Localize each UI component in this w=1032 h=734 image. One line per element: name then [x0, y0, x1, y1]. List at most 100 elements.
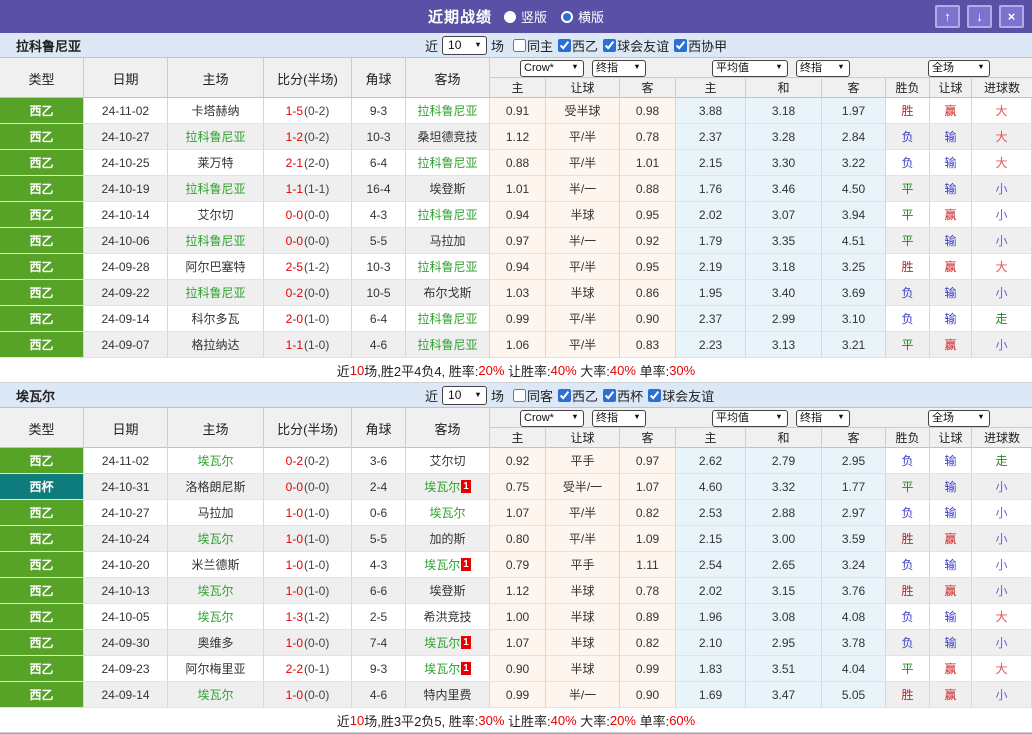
subcol-result-wdl: 胜负 — [886, 77, 930, 98]
league-filter-checkbox[interactable]: 球会友谊 — [648, 386, 714, 405]
cell-result-wdl: 平 — [886, 228, 930, 254]
cell-avg-draw: 2.99 — [746, 306, 822, 332]
cell-date: 24-10-05 — [84, 604, 168, 630]
result-header-group: 全场 ▼ 胜负 让球 进球数 — [886, 58, 1032, 98]
cell-result-handicap: 赢 — [930, 682, 972, 708]
cell-avg-home: 2.02 — [676, 578, 746, 604]
team-name-text: 埃瓦尔 — [197, 584, 234, 598]
col-header-league: 类型 — [0, 58, 84, 98]
checkbox-input[interactable] — [603, 388, 617, 402]
cell-corners: 3-6 — [352, 448, 406, 474]
table-row: 西乙 24-09-14 埃瓦尔 1-0 (0-0) 4-6 特内里费 0.99 半/一 0.90 1… — [0, 682, 1032, 708]
close-button[interactable]: × — [999, 5, 1024, 28]
checkbox-input[interactable] — [513, 388, 527, 402]
cell-avg-home: 2.62 — [676, 448, 746, 474]
cell-avg-away: 3.76 — [822, 578, 886, 604]
full-match-select[interactable]: 全场 — [928, 409, 990, 427]
team-name-text: 卡塔赫纳 — [191, 104, 240, 118]
cell-away-odds: 0.95 — [620, 254, 676, 280]
final-odds-select[interactable]: 终指 — [592, 59, 646, 77]
final-odds-select-2[interactable]: 终指 — [796, 409, 850, 427]
col-header-home: 主场 — [168, 408, 264, 448]
radio-horizontal-layout[interactable]: 横版 — [561, 7, 604, 26]
cell-result-goals: 小 — [972, 500, 1032, 526]
cell-handicap: 平/半 — [546, 254, 620, 280]
checkbox-input[interactable] — [603, 38, 617, 52]
cell-avg-home: 1.76 — [676, 176, 746, 202]
radio-unselected-icon — [503, 10, 516, 23]
cell-result-wdl: 胜 — [886, 98, 930, 124]
halftime-score: (0-1) — [304, 661, 330, 676]
move-down-button[interactable]: ↓ — [967, 5, 992, 28]
cell-league: 西乙 — [0, 124, 84, 150]
radio-vertical-layout[interactable]: 竖版 — [503, 7, 547, 26]
cell-corners: 2-4 — [352, 474, 406, 500]
league-filter-checkbox[interactable]: 西杯 — [603, 386, 643, 405]
average-select[interactable]: 平均值 — [712, 409, 788, 427]
cell-avg-home: 2.37 — [676, 124, 746, 150]
subcol-avg-home: 主 — [676, 427, 746, 448]
fulltime-score: 1-0 — [285, 505, 303, 520]
recent-count-select[interactable]: 10 — [442, 385, 488, 405]
checkbox-input[interactable] — [513, 38, 527, 52]
cell-league: 西乙 — [0, 254, 84, 280]
cell-result-handicap: 输 — [930, 228, 972, 254]
checkbox-input[interactable] — [558, 388, 572, 402]
halftime-score: (1-0) — [304, 337, 330, 352]
cell-away-team: 埃瓦尔 1 — [406, 474, 490, 500]
full-match-select[interactable]: 全场 — [928, 59, 990, 77]
recent-count-select[interactable]: 10 — [442, 35, 488, 55]
league-filter-checkbox[interactable]: 同主 — [513, 36, 553, 55]
bookmaker-select[interactable]: Crow* — [520, 59, 584, 77]
cell-away-odds: 0.82 — [620, 500, 676, 526]
cell-league: 西乙 — [0, 448, 84, 474]
team-name-text: 加的斯 — [429, 532, 466, 546]
league-filter-checkbox[interactable]: 同客 — [513, 386, 553, 405]
cell-score: 1-0 (1-0) — [264, 552, 352, 578]
average-select[interactable]: 平均值 — [712, 59, 788, 77]
move-up-button[interactable]: ↑ — [935, 5, 960, 28]
league-filter-checkbox[interactable]: 球会友谊 — [603, 36, 669, 55]
halftime-score: (0-0) — [304, 285, 330, 300]
cell-home-team: 埃瓦尔 — [168, 682, 264, 708]
checkbox-input[interactable] — [674, 38, 688, 52]
team-name-text: 米兰德斯 — [191, 558, 240, 572]
cell-away-odds: 0.97 — [620, 448, 676, 474]
league-filter-checkbox[interactable]: 西协甲 — [674, 36, 727, 55]
team-name-text: 马拉加 — [197, 506, 234, 520]
fulltime-score: 1-0 — [285, 687, 303, 702]
cell-home-team: 马拉加 — [168, 500, 264, 526]
league-filter-checkbox[interactable]: 西乙 — [558, 36, 598, 55]
league-filter-checkbox[interactable]: 西乙 — [558, 386, 598, 405]
cell-result-wdl: 负 — [886, 124, 930, 150]
final-odds-select[interactable]: 终指 — [592, 409, 646, 427]
cell-corners: 4-6 — [352, 682, 406, 708]
cell-result-goals: 走 — [972, 306, 1032, 332]
cell-date: 24-10-14 — [84, 202, 168, 228]
cell-away-odds: 1.07 — [620, 474, 676, 500]
table-row: 西乙 24-10-27 拉科鲁尼亚 1-2 (0-2) 10-3 桑坦德竞技 1.12 平/半 0… — [0, 124, 1032, 150]
cell-avg-away: 4.50 — [822, 176, 886, 202]
cell-league: 西乙 — [0, 98, 84, 124]
summary-segment: 大率: — [576, 713, 610, 729]
subcol-avg-draw: 和 — [746, 77, 822, 98]
final-odds-select-2[interactable]: 终指 — [796, 59, 850, 77]
cell-avg-draw: 3.51 — [746, 656, 822, 682]
cell-avg-away: 4.04 — [822, 656, 886, 682]
fulltime-score: 1-3 — [285, 609, 303, 624]
cell-away-team: 埃瓦尔 1 — [406, 552, 490, 578]
cell-away-odds: 0.78 — [620, 578, 676, 604]
cell-league: 西乙 — [0, 306, 84, 332]
cell-handicap: 半/一 — [546, 176, 620, 202]
checkbox-input[interactable] — [558, 38, 572, 52]
checkbox-input[interactable] — [648, 388, 662, 402]
fulltime-score: 1-0 — [285, 557, 303, 572]
cell-result-goals: 大 — [972, 98, 1032, 124]
bookmaker-select[interactable]: Crow* — [520, 409, 584, 427]
cell-home-odds: 0.94 — [490, 202, 546, 228]
filter-controls: 近 10 ▼ 场 同主 西乙 球会友谊 西协甲 — [425, 35, 727, 55]
table-row: 西乙 24-10-25 莱万特 2-1 (2-0) 6-4 拉科鲁尼亚 0.88 平/半 1.01… — [0, 150, 1032, 176]
results-table-body: 西乙 24-11-02 埃瓦尔 0-2 (0-2) 3-6 艾尔切 0.92 平手 0.97 2.6… — [0, 448, 1032, 708]
team-section-home: 拉科鲁尼亚 近 10 ▼ 场 同主 西乙 球会友谊 西协甲 类型 日期 主场 比分(半… — [0, 33, 1032, 383]
cell-home-odds: 1.03 — [490, 280, 546, 306]
